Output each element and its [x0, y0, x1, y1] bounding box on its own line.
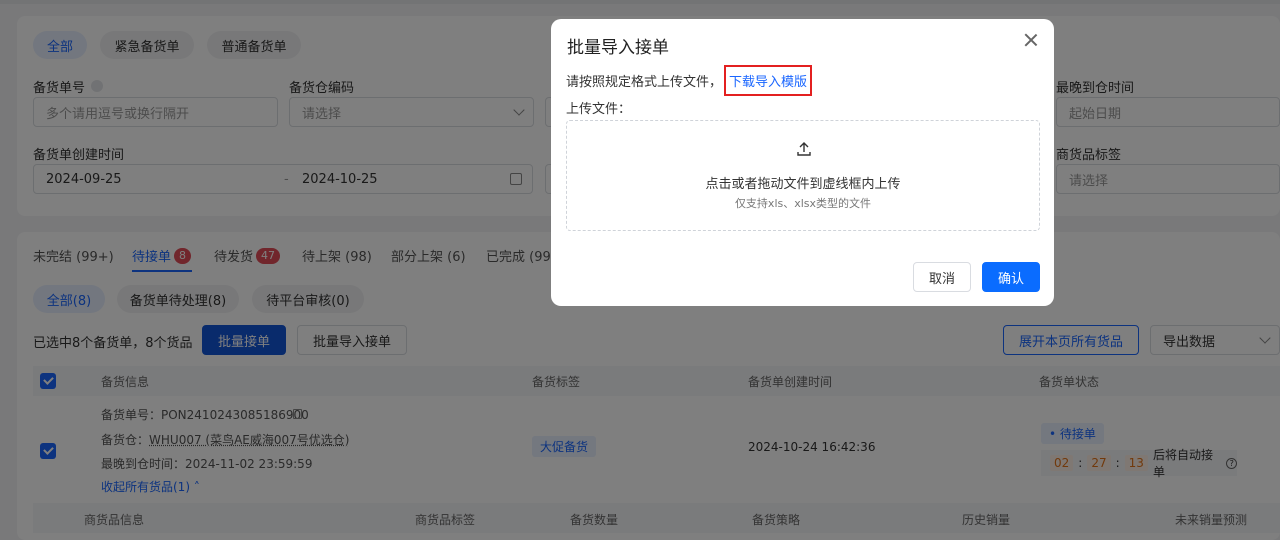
cancel-button[interactable]: 取消 — [913, 262, 971, 292]
batch-import-modal: 批量导入接单 请按照规定格式上传文件， 下载导入模版 上传文件： 点击或者拖动文… — [551, 19, 1054, 306]
confirm-button[interactable]: 确认 — [982, 262, 1040, 292]
dropzone-sub-text: 仅支持xls、xlsx类型的文件 — [734, 197, 872, 210]
upload-icon — [797, 142, 811, 156]
upload-dropzone[interactable]: 点击或者拖动文件到虚线框内上传 仅支持xls、xlsx类型的文件 — [566, 120, 1040, 231]
dropzone-main-text: 点击或者拖动文件到虚线框内上传 — [705, 177, 901, 192]
hint-text: 请按照规定格式上传文件， — [566, 75, 723, 90]
download-template-link[interactable]: 下载导入模版 — [724, 65, 813, 96]
upload-file-label: 上传文件： — [566, 102, 632, 117]
modal-title: 批量导入接单 — [567, 38, 669, 58]
upload-hint: 请按照规定格式上传文件， 下载导入模版 — [566, 65, 813, 96]
close-icon[interactable] — [1024, 33, 1038, 47]
